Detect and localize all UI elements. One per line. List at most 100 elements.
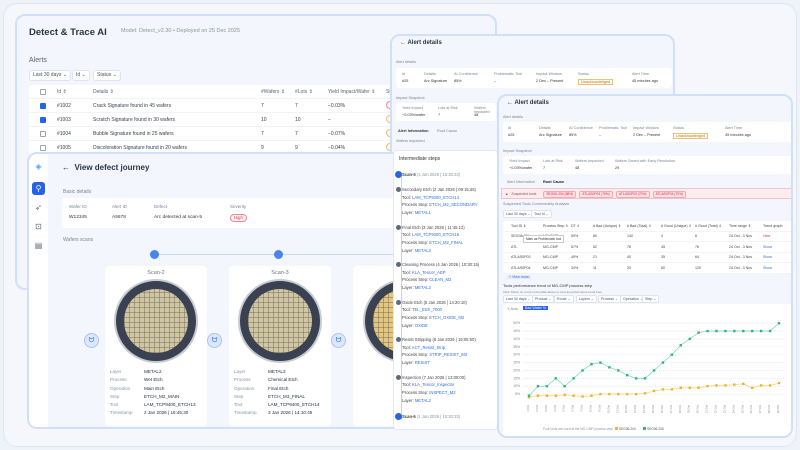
trend-filter[interactable]: Process ⌄ (598, 295, 621, 303)
compare-icon[interactable]: ᗢ (207, 333, 222, 348)
column-header[interactable]: # Good (Total) ⇕ (695, 224, 729, 228)
data-point[interactable] (679, 344, 682, 347)
trend-filter[interactable]: Layers ⌄ (576, 295, 597, 303)
step-layer-link[interactable]: RESIST (415, 360, 430, 365)
step-tool-link[interactable]: KLA_Tencor_AEP (412, 270, 446, 275)
data-point[interactable] (706, 329, 709, 333)
column-header[interactable]: Details ⇕ (93, 89, 261, 95)
table-row[interactable]: ATL MG-CMP 67% 62 76 45 76 24 Oct - 3 Nov Show (503, 242, 791, 253)
suspected-tool-chip[interactable]: ATLAS0P03 (70%) (615, 191, 650, 198)
process-step[interactable]: Cleaning Process (4 Jan 2026 | 10:30:15)… (396, 261, 479, 292)
process-step[interactable]: Final Etch (3 Jan 2026 | 11:45:12) Tool: … (396, 224, 465, 255)
data-point[interactable] (759, 329, 763, 333)
data-point[interactable] (715, 384, 718, 387)
data-point[interactable] (724, 329, 727, 333)
data-point[interactable] (545, 394, 549, 397)
data-point[interactable] (563, 385, 566, 388)
step-layer-link[interactable]: METAL2 (415, 398, 431, 403)
data-point[interactable] (768, 329, 772, 333)
data-point[interactable] (626, 373, 629, 377)
status-dropdown[interactable]: Unacknowledged (578, 79, 614, 85)
view-more-button[interactable]: + View more (507, 275, 532, 279)
step-step-link[interactable]: ETCH_M2_SECONDARY (429, 202, 477, 207)
data-point[interactable] (697, 386, 700, 390)
date-filter[interactable]: Last 30 days ⌄ (29, 70, 71, 81)
step-step-link[interactable]: STRIP_RESIST_M2 (429, 352, 467, 357)
data-point[interactable] (617, 392, 620, 396)
column-header[interactable]: # Bad (Unique) ⇕ (593, 224, 627, 228)
data-point[interactable] (742, 329, 745, 333)
column-header[interactable]: Process Step ⇕ (543, 224, 571, 228)
data-point[interactable] (697, 331, 700, 334)
data-point[interactable] (554, 377, 557, 380)
data-point[interactable] (590, 394, 593, 397)
data-point[interactable] (536, 385, 540, 388)
data-point[interactable] (581, 369, 584, 372)
data-point[interactable] (590, 362, 593, 366)
row-checkbox[interactable] (40, 116, 46, 123)
data-point[interactable] (572, 377, 575, 380)
step-step-link[interactable]: CLEAN_M2 (429, 277, 451, 282)
back-arrow-icon[interactable]: ← (507, 100, 513, 106)
data-point[interactable] (581, 395, 584, 398)
journey-nav-icon[interactable]: ⚲ (32, 182, 45, 195)
suspected-tool-chip[interactable]: SEG06-204 (88%) (543, 191, 577, 198)
compare-icon[interactable]: ᗢ (331, 333, 346, 348)
data-point[interactable] (661, 361, 665, 364)
data-point[interactable] (652, 389, 656, 393)
trend-filter[interactable]: Product ⌄ (532, 295, 555, 303)
tab-root-cause[interactable]: Root Cause (437, 129, 457, 133)
column-header[interactable]: Tool ID ⇕ (511, 224, 543, 228)
data-point[interactable] (751, 329, 754, 333)
data-point[interactable] (545, 385, 549, 388)
table-row[interactable]: ATLAS0P04 MG-CMP 34% 11 20 60 120 24 Oct - 3 No… (503, 263, 791, 274)
scan-step[interactable]: Scan-6 (1 Jan 2026 | 15:30:23) (395, 413, 460, 421)
data-point[interactable] (634, 377, 638, 380)
tab-root-cause[interactable]: Root Cause (543, 180, 564, 184)
data-point[interactable] (715, 329, 718, 333)
data-point[interactable] (527, 394, 531, 397)
yaxis-selector[interactable]: Bad Wafer % (523, 306, 549, 310)
data-point[interactable] (626, 392, 629, 396)
data-point[interactable] (751, 386, 754, 390)
wafer-map-image[interactable] (238, 279, 322, 363)
data-point[interactable] (724, 384, 727, 387)
wafer-map-image[interactable] (114, 279, 198, 363)
step-tool-link[interactable]: KLA_Tencor_Inspector (412, 382, 454, 387)
data-point[interactable] (661, 388, 665, 391)
scan-card[interactable]: Scan-3 Layer METAL3 Process Chemical Etch Ope… (229, 266, 331, 426)
step-layer-link[interactable]: METAL3 (415, 248, 431, 253)
data-point[interactable] (643, 377, 647, 380)
column-header[interactable]: Trend graph (763, 224, 791, 228)
trend-filter[interactable]: Step ⌄ (642, 295, 660, 303)
select-all-checkbox[interactable] (40, 88, 46, 95)
step-step-link[interactable]: ETCH_M2_FINAL (429, 240, 463, 245)
compare-icon[interactable]: ᗢ (84, 333, 99, 348)
timeline-dot[interactable] (150, 250, 159, 259)
data-point[interactable] (706, 385, 709, 388)
scan-step[interactable]: Scan-5 (1 Jan 2026 | 15:30:23) (395, 171, 460, 179)
data-point[interactable] (536, 394, 540, 397)
data-point[interactable] (733, 383, 736, 386)
suspected-tool-chip[interactable]: ATLAS0P04 (70%) (652, 191, 687, 198)
row-checkbox[interactable] (40, 130, 46, 137)
step-layer-link[interactable]: METAL2 (415, 285, 431, 290)
column-header[interactable]: #Lots ⇕ (295, 89, 328, 95)
tab-alert-information[interactable]: Alert Information (507, 180, 535, 184)
step-layer-link[interactable]: OXIDE (415, 323, 428, 328)
data-point[interactable] (777, 381, 781, 385)
column-header[interactable]: Time range ⇕ (729, 224, 763, 228)
data-point[interactable] (572, 394, 575, 397)
step-step-link[interactable]: INSPECT_M2 (429, 390, 455, 395)
step-step-link[interactable]: ETCH_OXIDE_M2 (429, 315, 464, 320)
data-point[interactable] (670, 353, 674, 356)
data-point[interactable] (733, 329, 736, 333)
data-point[interactable] (634, 392, 638, 396)
data-point[interactable] (563, 393, 566, 397)
data-point[interactable] (688, 337, 691, 341)
step-layer-link[interactable]: METAL1 (415, 210, 431, 215)
legend-label[interactable]: SEG06-204 (619, 427, 636, 431)
column-header[interactable]: DT ⇕ (571, 224, 593, 228)
data-point[interactable] (759, 384, 763, 387)
data-point[interactable] (608, 392, 611, 396)
